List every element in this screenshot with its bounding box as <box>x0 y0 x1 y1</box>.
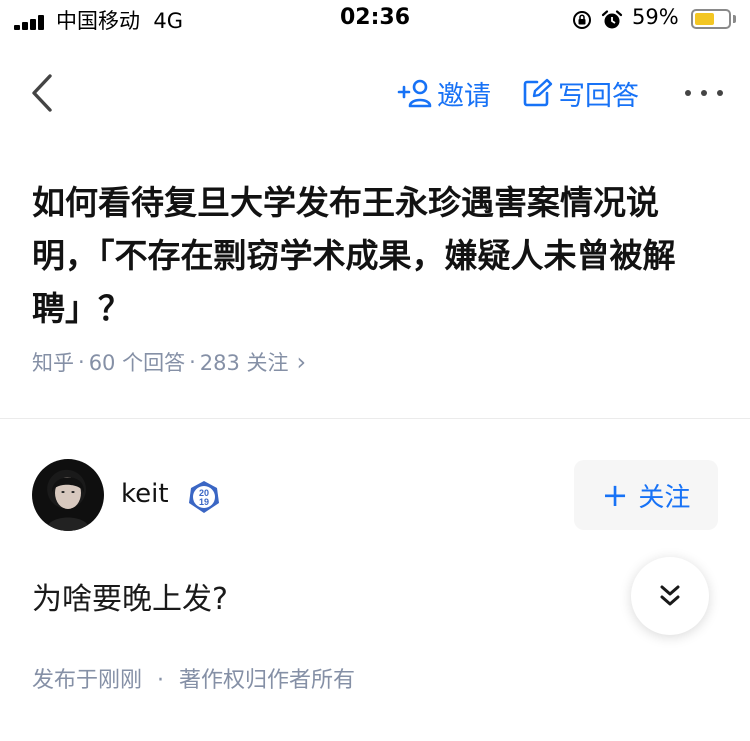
alarm-icon <box>601 10 623 29</box>
add-user-icon <box>397 79 432 108</box>
answer-meta: 发布于刚刚 · 著作权归作者所有 <box>32 662 355 694</box>
chevron-left-icon <box>32 74 52 112</box>
plus-icon: + <box>601 476 629 514</box>
publish-time: 发布于刚刚 <box>32 668 143 693</box>
write-answer-label: 写回答 <box>558 80 639 112</box>
invite-button[interactable]: 邀请 <box>397 75 491 112</box>
question-title[interactable]: 如何看待复旦大学发布王永珍遇害案情况说明，「不存在剽窃学术成果，嫌疑人未曾被解聘… <box>32 176 712 335</box>
copyright-notice: 著作权归作者所有 <box>179 668 356 693</box>
meta-separator: · <box>78 350 85 374</box>
follow-button[interactable]: + 关注 <box>574 460 718 530</box>
follow-label: 关注 <box>638 482 691 513</box>
battery-level <box>695 13 714 25</box>
battery-percent: 59% <box>632 5 679 29</box>
author-name[interactable]: keit <box>121 479 169 509</box>
avatar[interactable] <box>32 459 104 531</box>
meta-separator: · <box>189 350 196 374</box>
status-bar: 中国移动 4G 02:36 59% <box>0 0 750 40</box>
edit-icon <box>523 78 553 107</box>
avatar-image <box>46 477 90 531</box>
question-source: 知乎 <box>32 351 74 375</box>
battery-icon <box>691 9 731 29</box>
back-button[interactable] <box>26 72 60 114</box>
badge-year-bottom: 19 <box>199 497 209 507</box>
double-chevron-down-icon <box>660 585 680 606</box>
answer-count: 60 个回答 <box>88 351 186 375</box>
chevron-right-icon: › <box>296 348 307 376</box>
meta-separator: · <box>157 668 165 693</box>
write-answer-button[interactable]: 写回答 <box>522 75 639 112</box>
answer-content[interactable]: 为啥要晚上发? <box>32 574 228 618</box>
divider <box>0 418 750 419</box>
collapse-button[interactable] <box>631 557 709 635</box>
more-button[interactable] <box>683 83 725 103</box>
lock-rotation-icon <box>573 11 591 29</box>
badge-icon: 20 19 <box>189 481 219 513</box>
follower-count: 283 关注 <box>199 351 289 375</box>
battery-nub <box>733 15 736 23</box>
question-meta[interactable]: 知乎 · 60 个回答 · 283 关注 › <box>32 347 306 377</box>
invite-label: 邀请 <box>437 80 491 112</box>
